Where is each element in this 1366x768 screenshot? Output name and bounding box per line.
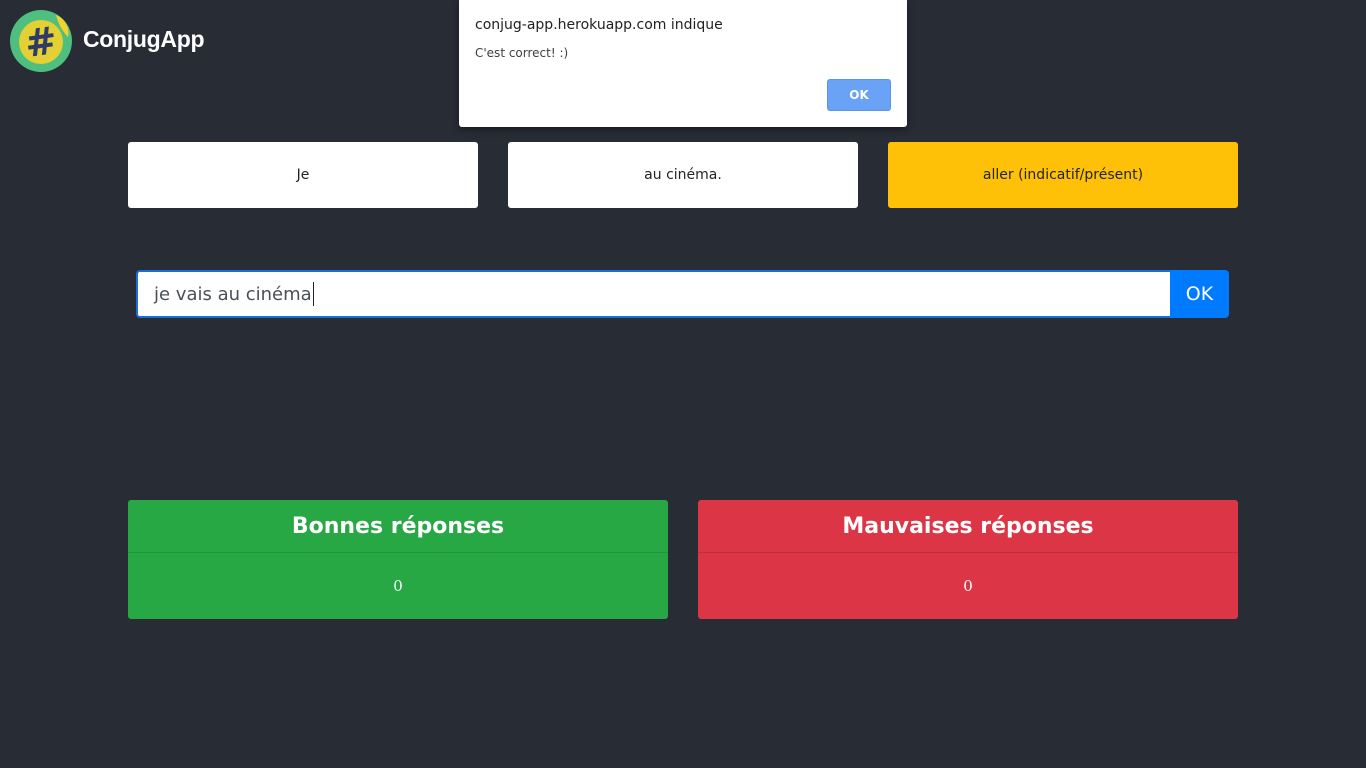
subject-box: Je (128, 142, 478, 208)
bad-answers-title: Mauvaises réponses (698, 500, 1238, 553)
brand[interactable]: # ConjugApp (8, 9, 205, 73)
verb-prompt-box: aller (indicatif/présent) (888, 142, 1238, 208)
dialog-ok-button[interactable]: OK (827, 79, 891, 111)
logo-glyph: # (22, 18, 60, 66)
complement-box: au cinéma. (508, 142, 858, 208)
submit-button[interactable]: OK (1170, 270, 1229, 318)
answer-value: je vais au cinéma (154, 283, 312, 305)
page: # ConjugApp Je au cinéma. aller (indicat… (0, 0, 1366, 768)
answer-form: je vais au cinéma OK (136, 270, 1229, 318)
good-answers-card: Bonnes réponses 0 (128, 500, 668, 619)
answer-input[interactable]: je vais au cinéma (136, 270, 1170, 318)
hashtag-lemon-icon: # (10, 10, 72, 72)
app-name: ConjugApp (83, 25, 205, 52)
bad-answers-count: 0 (963, 577, 973, 595)
dialog-message: C'est correct! :) (475, 46, 569, 60)
subject-text: Je (296, 167, 310, 183)
alert-dialog: conjug-app.herokuapp.com indique C'est c… (459, 0, 907, 127)
dialog-origin: conjug-app.herokuapp.com indique (475, 17, 723, 33)
text-caret (312, 282, 314, 306)
bad-answers-card: Mauvaises réponses 0 (698, 500, 1238, 619)
good-answers-title: Bonnes réponses (128, 500, 668, 553)
complement-text: au cinéma. (644, 167, 722, 183)
good-answers-count: 0 (393, 577, 403, 595)
verb-prompt-text: aller (indicatif/présent) (982, 167, 1144, 183)
